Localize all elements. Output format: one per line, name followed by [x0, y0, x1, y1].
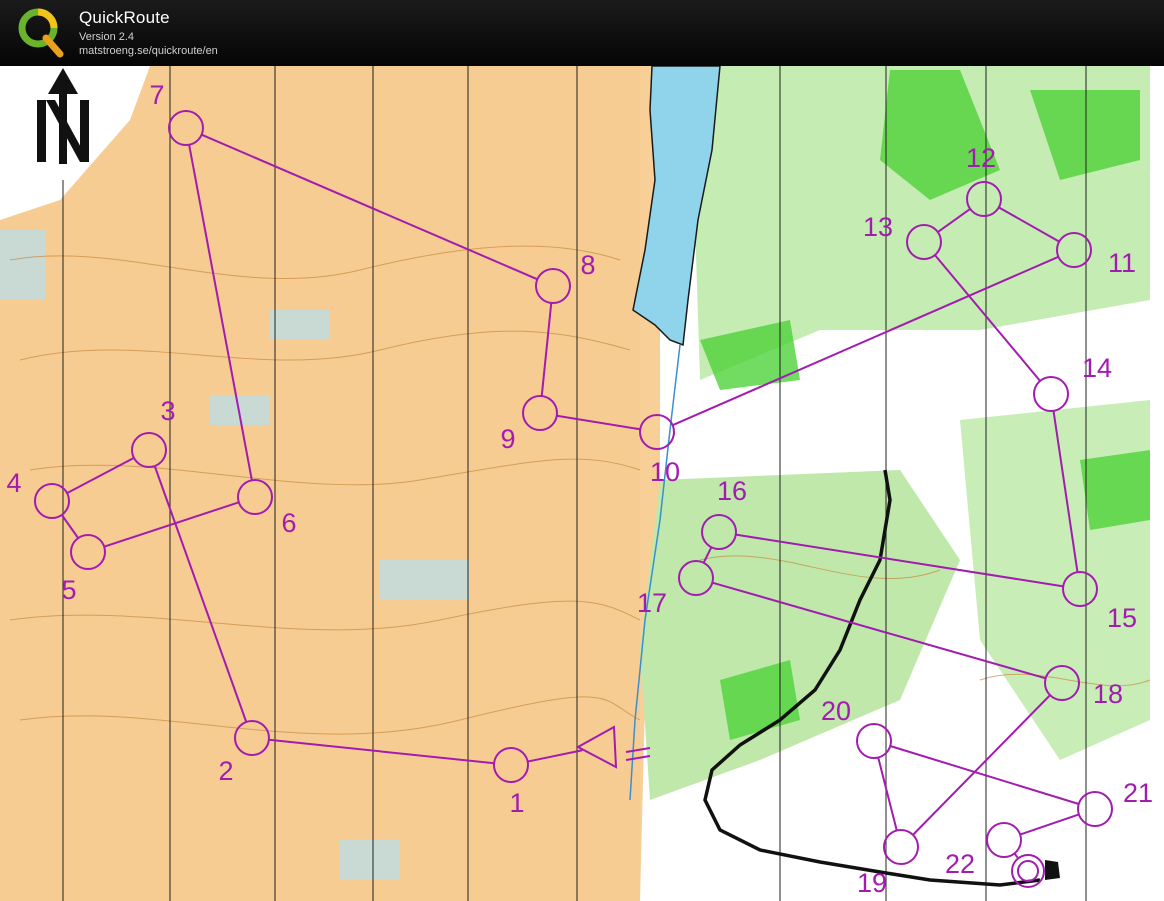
control-number-5: 5 — [61, 575, 76, 605]
control-number-1: 1 — [509, 788, 524, 818]
orienteering-map[interactable]: 1 2 3 4 5 6 7 8 9 10 11 12 13 14 15 16 17 18 19 20 21 22 — [0, 65, 1164, 901]
control-number-17: 17 — [637, 588, 667, 618]
marsh — [380, 560, 470, 600]
control-number-10: 10 — [650, 457, 680, 487]
control-number-8: 8 — [580, 250, 595, 280]
control-number-2: 2 — [218, 756, 233, 786]
marsh — [270, 310, 330, 340]
control-number-4: 4 — [6, 468, 21, 498]
control-number-14: 14 — [1082, 353, 1112, 383]
map-canvas[interactable]: 12345678910111213141516171819202122 — [0, 65, 1164, 901]
control-number-9: 9 — [500, 424, 515, 454]
app-url: matstroeng.se/quickroute/en — [79, 45, 218, 57]
quickroute-window: QuickRoute Version 2.4 matstroeng.se/qui… — [0, 0, 1164, 901]
control-number-19: 19 — [857, 868, 887, 898]
control-number-21: 21 — [1123, 778, 1153, 808]
title-bar: QuickRoute Version 2.4 matstroeng.se/qui… — [0, 0, 1164, 66]
control-number-15: 15 — [1107, 603, 1137, 633]
app-title: QuickRoute — [79, 8, 170, 27]
control-number-13: 13 — [863, 212, 893, 242]
building — [1045, 860, 1060, 880]
control-number-20: 20 — [821, 696, 851, 726]
control-number-22: 22 — [945, 849, 975, 879]
control-number-3: 3 — [160, 396, 175, 426]
control-number-7: 7 — [149, 80, 164, 110]
marsh — [0, 230, 45, 300]
control-number-18: 18 — [1093, 679, 1123, 709]
control-number-11: 11 — [1108, 248, 1136, 278]
control-number-16: 16 — [717, 476, 747, 506]
app-version: Version 2.4 — [79, 31, 135, 43]
control-number-12: 12 — [966, 143, 996, 173]
dense-vegetation-area — [1080, 450, 1150, 530]
quickroute-logo-icon — [18, 8, 64, 58]
marsh — [340, 840, 400, 880]
control-number-6: 6 — [281, 508, 296, 538]
